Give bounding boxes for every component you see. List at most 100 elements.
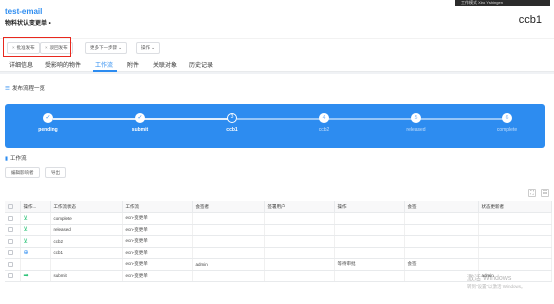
columns-icon[interactable]: ☷ bbox=[541, 189, 549, 197]
checkbox[interactable] bbox=[8, 273, 13, 279]
tab-affected-objects[interactable]: 受影响的物件 bbox=[45, 60, 81, 69]
row-icon bbox=[20, 258, 51, 271]
flow-section-title: ☰ 发布流程一览 bbox=[5, 84, 45, 92]
select-all-checkbox[interactable] bbox=[5, 201, 21, 213]
cell-countersign: 会签 bbox=[404, 258, 479, 271]
row-icon[interactable]: ⊕ bbox=[20, 247, 51, 259]
row-checkbox[interactable] bbox=[5, 212, 21, 225]
row-icon[interactable]: ⊻ bbox=[20, 212, 51, 225]
watermark-line2: 转到“设置”以激活 Windows。 bbox=[467, 284, 526, 289]
flow-label-ccb1: ccb1 bbox=[226, 127, 238, 133]
flow-label-ccb2: ccb2 bbox=[318, 127, 330, 133]
row-checkbox[interactable] bbox=[5, 258, 21, 271]
col-workflow[interactable]: 工作流 bbox=[122, 201, 193, 213]
cell-sign-user bbox=[264, 224, 335, 236]
cell-operation bbox=[334, 247, 405, 259]
col-actions[interactable]: 操作... bbox=[20, 201, 51, 213]
row-icon[interactable]: ⊻ bbox=[20, 224, 51, 236]
row-icon[interactable]: ➡ bbox=[20, 270, 51, 282]
chart-icon: ▮ bbox=[5, 156, 9, 162]
table-row[interactable]: ⊻ released ecn-变更单 bbox=[5, 224, 552, 236]
flow-label-complete: complete bbox=[496, 127, 518, 133]
cell-updater bbox=[478, 247, 552, 259]
cell-updater bbox=[478, 224, 552, 236]
col-countersign[interactable]: 会签 bbox=[404, 201, 479, 213]
row-checkbox[interactable] bbox=[5, 247, 21, 259]
flow-node-submit: ✓ bbox=[135, 113, 145, 123]
checkbox[interactable] bbox=[8, 250, 13, 256]
action-toolbar: × 批准发布 × 驳回发布 更多下一步骤 ⌄ 操作 ⌄ bbox=[0, 38, 554, 58]
highlight-box bbox=[3, 37, 71, 57]
windows-activation-watermark: 激活 Windows 转到“设置”以激活 Windows。 bbox=[467, 273, 526, 290]
row-icon[interactable]: ⊻ bbox=[20, 235, 51, 248]
flow-node-complete: 6 bbox=[502, 113, 512, 123]
checkbox[interactable] bbox=[8, 227, 13, 233]
tab-workflow[interactable]: 工作流 bbox=[95, 60, 113, 69]
col-status-updater[interactable]: 状态更新者 bbox=[478, 201, 552, 213]
flow-label-submit: submit bbox=[131, 127, 149, 133]
workflow-section-title: ▮ 工作流 bbox=[5, 154, 27, 162]
col-workflow-status[interactable]: 工作流状态 bbox=[50, 201, 123, 213]
cell-status: released bbox=[50, 224, 123, 236]
cell-workflow: ecn-变更单 bbox=[122, 247, 193, 259]
chevron-down-icon: ⌄ bbox=[151, 45, 156, 50]
flow-label-pending: pending bbox=[38, 127, 58, 133]
cell-countersign bbox=[404, 247, 479, 259]
cell-operation bbox=[334, 270, 405, 282]
user-chip[interactable]: 工作模式 Xiro Yshingen bbox=[455, 0, 550, 6]
checkbox[interactable] bbox=[8, 215, 13, 221]
chevron-down-icon: ⌄ bbox=[118, 45, 123, 50]
cell-countersign bbox=[404, 212, 479, 225]
fullscreen-icon[interactable]: ⛶ bbox=[528, 189, 536, 197]
row-checkbox[interactable] bbox=[5, 224, 21, 236]
col-operation[interactable]: 操作 bbox=[334, 201, 405, 213]
process-flow: ✓ pending ✓ submit 3 ccb1 4 ccb2 5 relea… bbox=[5, 104, 545, 148]
cell-signer bbox=[192, 224, 265, 236]
workflow-branch-icon: ⊻ bbox=[23, 215, 28, 222]
table-row[interactable]: ecn-变更单 admin 等待审批 会签 bbox=[5, 258, 552, 271]
table-row[interactable]: ⊻ ccb2 ecn-变更单 bbox=[5, 235, 552, 248]
export-button[interactable]: 导出 bbox=[45, 167, 66, 178]
edit-signers-button[interactable]: 编辑影响者 bbox=[5, 167, 40, 178]
tab-history[interactable]: 历史记录 bbox=[189, 60, 213, 69]
cell-operation bbox=[334, 235, 405, 248]
next-step-dropdown[interactable]: 更多下一步骤 ⌄ bbox=[85, 42, 128, 54]
cell-status: ccb1 bbox=[50, 247, 123, 259]
cell-countersign bbox=[404, 235, 479, 248]
cell-status: submit bbox=[50, 270, 123, 282]
cell-sign-user bbox=[264, 247, 335, 259]
flow-node-pending: ✓ bbox=[43, 113, 53, 123]
flow-line-todo bbox=[237, 118, 509, 120]
workflow-branch-icon: ⊻ bbox=[23, 227, 28, 234]
checkbox[interactable] bbox=[8, 238, 13, 244]
cell-sign-user bbox=[264, 235, 335, 248]
checkbox[interactable] bbox=[8, 261, 13, 267]
table-row[interactable]: ⊻ complete ecn-变更单 bbox=[5, 212, 552, 225]
col-signer[interactable]: 会签者 bbox=[192, 201, 265, 213]
col-sign-user[interactable]: 签署用户 bbox=[264, 201, 335, 213]
workflow-table: 操作... 工作流状态 工作流 会签者 签署用户 操作 会签 状态更新者 ⊻ c… bbox=[5, 201, 552, 282]
cell-operation bbox=[334, 212, 405, 225]
record-subtitle[interactable]: 物料状认变更单 • bbox=[5, 18, 51, 27]
tab-related-objects[interactable]: 关联对象 bbox=[153, 60, 177, 69]
flow-node-ccb1: 3 bbox=[227, 113, 237, 123]
cell-sign-user bbox=[264, 270, 335, 282]
record-title[interactable]: test-email bbox=[5, 7, 42, 16]
arrow-right-icon: ➡ bbox=[23, 273, 29, 280]
cell-sign-user bbox=[264, 258, 335, 271]
cell-signer bbox=[192, 247, 265, 259]
next-step-label: 更多下一步骤 bbox=[90, 45, 117, 50]
tab-attachments[interactable]: 附件 bbox=[127, 60, 139, 69]
table-row[interactable]: ⊕ ccb1 ecn-变更单 bbox=[5, 247, 552, 259]
cell-sign-user bbox=[264, 212, 335, 225]
tab-ink-bar bbox=[93, 70, 117, 72]
tab-details[interactable]: 详细信息 bbox=[9, 60, 33, 69]
watermark-line1: 激活 Windows bbox=[467, 275, 512, 282]
cell-status: ccb2 bbox=[50, 235, 123, 248]
row-checkbox[interactable] bbox=[5, 270, 21, 282]
cell-signer bbox=[192, 235, 265, 248]
row-checkbox[interactable] bbox=[5, 235, 21, 248]
checkbox[interactable] bbox=[8, 204, 13, 210]
operations-dropdown[interactable]: 操作 ⌄ bbox=[136, 42, 161, 54]
cell-workflow: ecn-变更单 bbox=[122, 212, 193, 225]
